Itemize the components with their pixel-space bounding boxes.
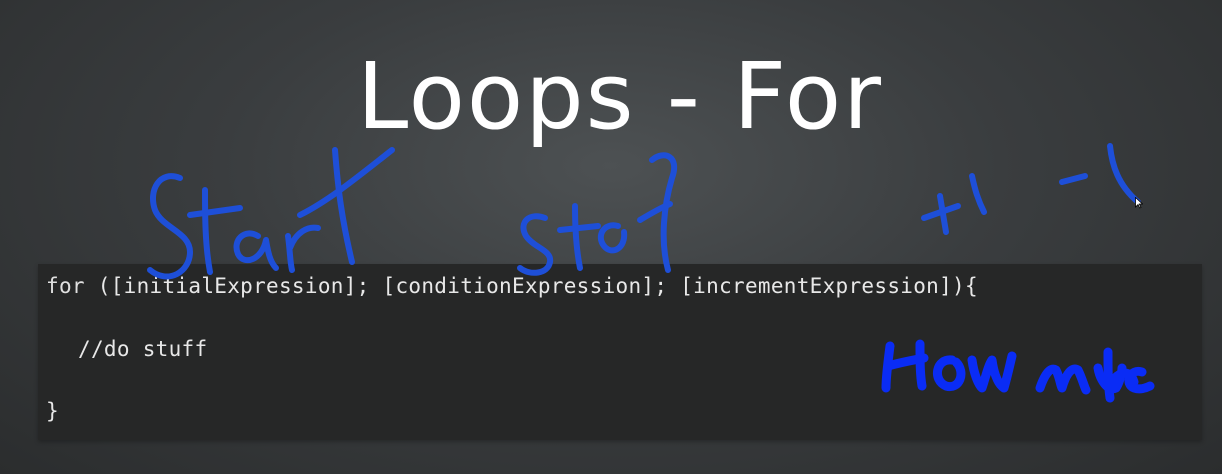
code-line-comment: //do stuff [78,337,208,361]
annotation-plus-minus [921,143,1141,235]
annotation-start [147,147,395,280]
annotation-stop [517,152,677,276]
mouse-pointer-icon [1135,197,1143,209]
slide-title: Loops - For [357,43,883,150]
code-line-for-statement: for ([initialExpression]; [conditionExpr… [46,274,978,298]
presentation-slide: Loops - For for ([initialExpression]; [c… [0,0,1222,474]
code-line-closing-brace: } [46,399,59,423]
for-keyword: for [46,274,85,298]
for-parameters: ([initialExpression]; [conditionExpressi… [84,274,978,298]
code-block: for ([initialExpression]; [conditionExpr… [38,264,1202,440]
